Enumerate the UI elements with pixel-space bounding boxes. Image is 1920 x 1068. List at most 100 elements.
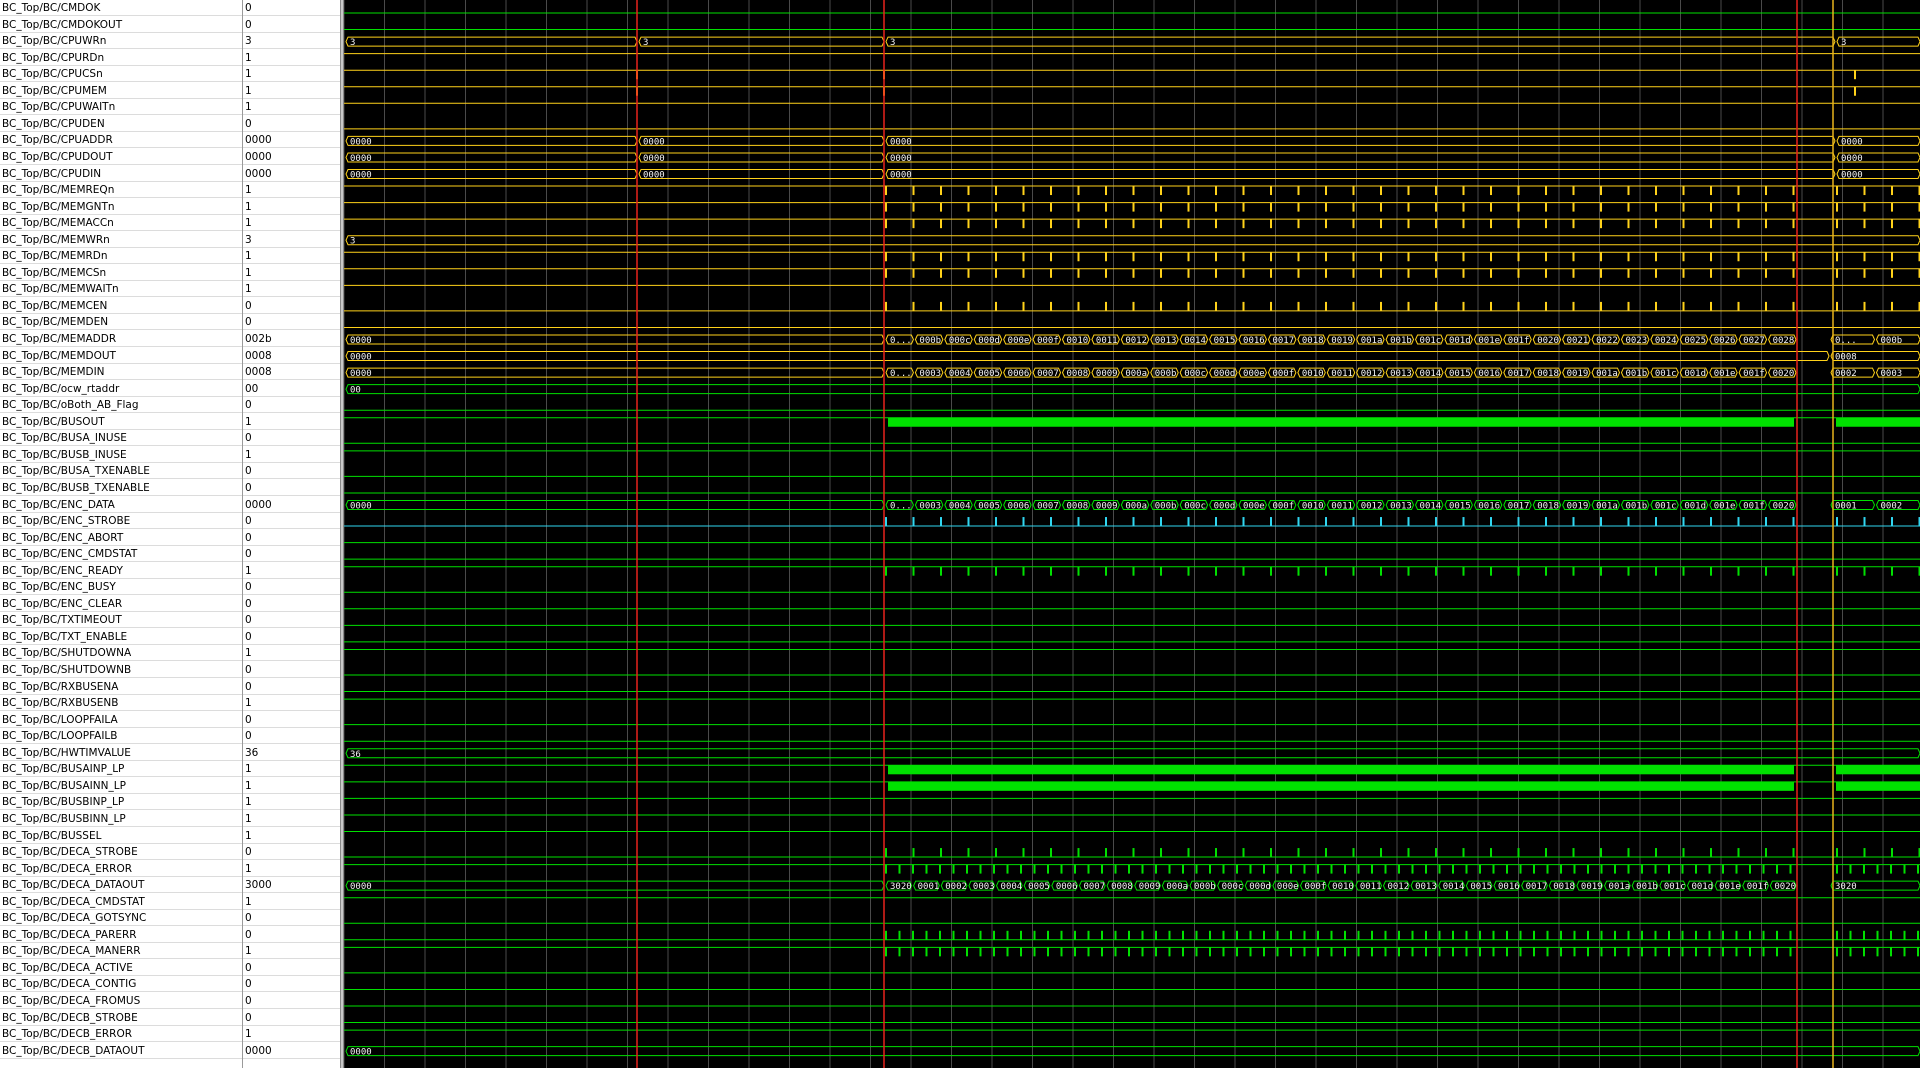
signal-value[interactable]: 1 — [243, 51, 340, 66]
signal-value[interactable]: 36 — [243, 746, 340, 761]
signal-value[interactable]: 0 — [243, 299, 340, 314]
signal-name[interactable]: BC_Top/BC/ENC_STROBE — [0, 514, 242, 530]
signal-value[interactable]: 0 — [243, 729, 340, 745]
signal-name[interactable]: BC_Top/BC/CPURDn — [0, 51, 242, 66]
signal-value[interactable]: 0 — [243, 315, 340, 331]
signal-value[interactable]: 0 — [243, 961, 340, 976]
signal-name[interactable]: BC_Top/BC/MEMGNTn — [0, 200, 242, 215]
signal-name[interactable]: BC_Top/BC/MEMACCn — [0, 216, 242, 232]
signal-name[interactable]: BC_Top/BC/CPUCSn — [0, 67, 242, 83]
signal-name[interactable]: BC_Top/BC/oBoth_AB_Flag — [0, 398, 242, 414]
signal-name[interactable]: BC_Top/BC/DECA_DATAOUT — [0, 878, 242, 894]
signal-name[interactable]: BC_Top/BC/MEMREQn — [0, 183, 242, 199]
signal-name[interactable]: BC_Top/BC/LOOPFAILA — [0, 713, 242, 728]
signal-value[interactable]: 1 — [243, 812, 340, 827]
signal-name[interactable]: BC_Top/BC/ENC_ABORT — [0, 531, 242, 546]
signal-value[interactable]: 1 — [243, 415, 340, 430]
signal-value[interactable]: 0 — [243, 911, 340, 927]
signal-name[interactable]: BC_Top/BC/BUSSEL — [0, 829, 242, 844]
signal-name[interactable]: BC_Top/BC/DECB_ERROR — [0, 1027, 242, 1043]
signal-value[interactable]: 0 — [243, 431, 340, 447]
signal-name[interactable]: BC_Top/BC/BUSOUT — [0, 415, 242, 430]
signal-name[interactable]: BC_Top/BC/RXBUSENB — [0, 696, 242, 712]
signal-value[interactable]: 3 — [243, 233, 340, 248]
signal-value[interactable]: 1 — [243, 67, 340, 83]
signal-value[interactable]: 002b — [243, 332, 340, 347]
signal-value[interactable]: 1 — [243, 646, 340, 662]
signal-value[interactable]: 0 — [243, 580, 340, 596]
signal-name[interactable]: BC_Top/BC/CPUADDR — [0, 133, 242, 149]
signal-value[interactable]: 0 — [243, 398, 340, 414]
signal-name[interactable]: BC_Top/BC/ENC_CMDSTAT — [0, 547, 242, 563]
signal-value[interactable]: 1 — [243, 183, 340, 199]
signal-name[interactable]: BC_Top/BC/CMDOK — [0, 1, 242, 16]
signal-value[interactable]: 0000 — [243, 167, 340, 182]
waveform-pane[interactable]: 3 3 3 3 0000 0000 0000 0000 0000 0000 0000 0000 0000… — [344, 0, 1920, 1068]
signal-value[interactable]: 0 — [243, 547, 340, 563]
signal-name[interactable]: BC_Top/BC/CPUDEN — [0, 117, 242, 132]
signal-name[interactable]: BC_Top/BC/BUSAINN_LP — [0, 779, 242, 794]
signal-name[interactable]: BC_Top/BC/ENC_BUSY — [0, 580, 242, 596]
signal-name[interactable]: BC_Top/BC/DECA_ACTIVE — [0, 961, 242, 976]
signal-name[interactable]: BC_Top/BC/BUSAINP_LP — [0, 762, 242, 778]
signal-value[interactable]: 0 — [243, 928, 340, 943]
signal-value-pane[interactable]: 0 0 3 1 1 1 1 0 0000 0000 0000 1 1 1 3 1 1 1 0 0 002b 0008 000… — [243, 0, 340, 1068]
signal-value[interactable]: 1 — [243, 266, 340, 281]
signal-name[interactable]: BC_Top/BC/BUSA_INUSE — [0, 431, 242, 447]
signal-name[interactable]: BC_Top/BC/SHUTDOWNA — [0, 646, 242, 662]
signal-name[interactable]: BC_Top/BC/TXTIMEOUT — [0, 613, 242, 629]
signal-value[interactable]: 0 — [243, 713, 340, 728]
signal-value[interactable]: 0 — [243, 613, 340, 629]
signal-value[interactable]: 1 — [243, 696, 340, 712]
signal-name[interactable]: BC_Top/BC/DECA_FROMUS — [0, 994, 242, 1009]
signal-value[interactable]: 1 — [243, 829, 340, 844]
waveform-canvas[interactable]: 3 3 3 30000 0000 0000 00000000 0000 0000 00000000… — [344, 0, 1920, 1068]
signal-value[interactable]: 00 — [243, 382, 340, 397]
signal-name[interactable]: BC_Top/BC/DECA_CMDSTAT — [0, 895, 242, 910]
signal-name[interactable]: BC_Top/BC/BUSBINP_LP — [0, 795, 242, 811]
signal-name[interactable]: BC_Top/BC/BUSB_INUSE — [0, 448, 242, 463]
signal-name[interactable]: BC_Top/BC/MEMRDn — [0, 249, 242, 265]
signal-name[interactable]: BC_Top/BC/DECA_PARERR — [0, 928, 242, 943]
signal-value[interactable]: 0 — [243, 1, 340, 16]
signal-value[interactable]: 1 — [243, 1027, 340, 1043]
signal-value[interactable]: 3000 — [243, 878, 340, 894]
signal-value[interactable]: 1 — [243, 200, 340, 215]
signal-value[interactable]: 0 — [243, 531, 340, 546]
signal-name[interactable]: BC_Top/BC/BUSA_TXENABLE — [0, 464, 242, 480]
signal-value[interactable]: 0000 — [243, 133, 340, 149]
signal-value[interactable]: 0 — [243, 514, 340, 530]
signal-name[interactable]: BC_Top/BC/DECA_GOTSYNC — [0, 911, 242, 927]
signal-name[interactable]: BC_Top/BC/MEMCEN — [0, 299, 242, 314]
signal-name[interactable]: BC_Top/BC/DECA_CONTIG — [0, 977, 242, 993]
signal-value[interactable]: 0000 — [243, 1044, 340, 1059]
signal-name[interactable]: BC_Top/BC/MEMDIN — [0, 365, 242, 381]
signal-name[interactable]: BC_Top/BC/DECB_DATAOUT — [0, 1044, 242, 1059]
signal-name[interactable]: BC_Top/BC/MEMWRn — [0, 233, 242, 248]
signal-name[interactable]: BC_Top/BC/CPUDIN — [0, 167, 242, 182]
signal-value[interactable]: 0 — [243, 663, 340, 678]
signal-name[interactable]: BC_Top/BC/ENC_READY — [0, 564, 242, 579]
signal-value[interactable]: 1 — [243, 862, 340, 877]
signal-name[interactable]: BC_Top/BC/DECA_MANERR — [0, 944, 242, 960]
signal-value[interactable]: 0 — [243, 630, 340, 645]
signal-name[interactable]: BC_Top/BC/DECA_ERROR — [0, 862, 242, 877]
signal-value[interactable]: 1 — [243, 282, 340, 298]
signal-name[interactable]: BC_Top/BC/ocw_rtaddr — [0, 382, 242, 397]
signal-value[interactable]: 1 — [243, 249, 340, 265]
signal-name[interactable]: BC_Top/BC/MEMDEN — [0, 315, 242, 331]
signal-name[interactable]: BC_Top/BC/BUSB_TXENABLE — [0, 481, 242, 496]
signal-value[interactable]: 1 — [243, 795, 340, 811]
signal-name[interactable]: BC_Top/BC/ENC_DATA — [0, 498, 242, 513]
signal-value[interactable]: 0000 — [243, 498, 340, 513]
signal-value[interactable]: 0 — [243, 1011, 340, 1026]
signal-name[interactable]: BC_Top/BC/CPUMEM — [0, 84, 242, 99]
signal-value[interactable]: 0 — [243, 117, 340, 132]
signal-value[interactable]: 1 — [243, 944, 340, 960]
signal-value[interactable]: 1 — [243, 448, 340, 463]
signal-name[interactable]: BC_Top/BC/MEMWAITn — [0, 282, 242, 298]
signal-name[interactable]: BC_Top/BC/CPUWAITn — [0, 100, 242, 116]
signal-name[interactable]: BC_Top/BC/MEMDOUT — [0, 349, 242, 364]
signal-name[interactable]: BC_Top/BC/MEMCSn — [0, 266, 242, 281]
signal-value[interactable]: 0 — [243, 597, 340, 612]
